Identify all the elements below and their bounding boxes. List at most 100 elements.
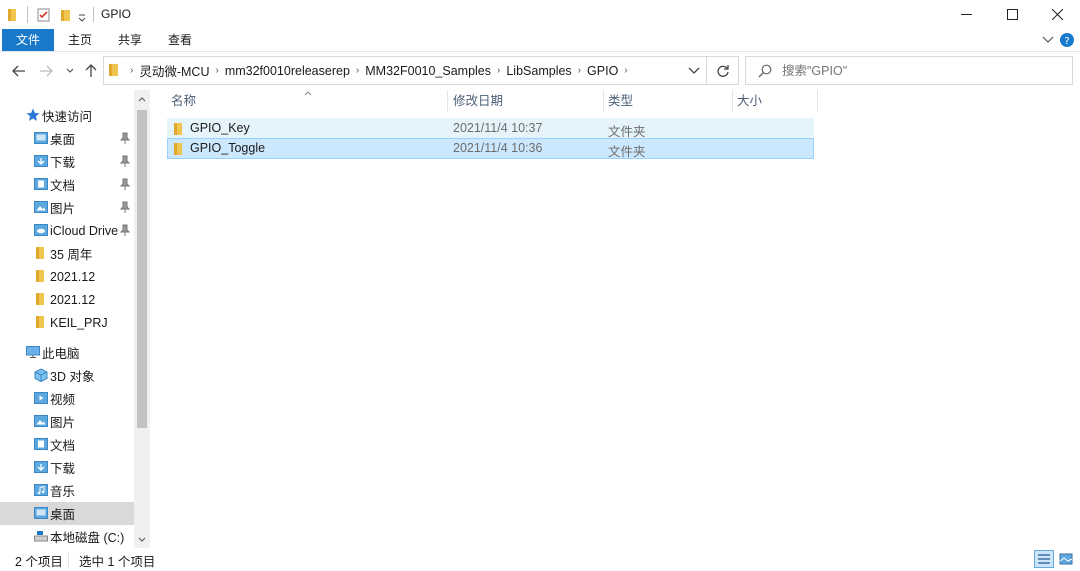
sidebar-item-2021-12[interactable]: 2021.12 — [0, 265, 134, 288]
chevron-right-icon[interactable]: › — [624, 65, 627, 76]
tab-share[interactable]: 共享 — [108, 29, 152, 51]
sidebar-item-2021-12-second[interactable]: 2021.12 — [0, 288, 134, 311]
customize-toolbar-icon[interactable] — [78, 10, 86, 26]
pin-icon[interactable] — [120, 178, 130, 190]
pin-icon[interactable] — [120, 132, 130, 144]
back-button[interactable] — [10, 62, 28, 80]
title-bar: GPIO — [0, 0, 1080, 29]
chevron-down-icon — [66, 68, 74, 73]
breadcrumb-item[interactable]: MM32F0010_Samples — [365, 64, 491, 78]
sidebar-item-desktop[interactable]: 桌面 — [0, 127, 134, 150]
breadcrumb-item[interactable]: LibSamples — [506, 64, 571, 78]
search-box[interactable] — [745, 56, 1073, 85]
folder-icon — [36, 293, 44, 305]
sidebar-item-label: 视频 — [50, 393, 76, 407]
sidebar-item-pc-pictures[interactable]: 图片 — [0, 410, 134, 433]
arrow-left-icon — [12, 65, 25, 77]
column-header-name[interactable]: 名称 — [167, 90, 447, 112]
sidebar-item-documents[interactable]: 文档 — [0, 173, 134, 196]
refresh-button[interactable] — [707, 56, 739, 85]
sidebar-item-local-disk-c[interactable]: 本地磁盘 (C:) — [0, 525, 134, 548]
table-row[interactable]: GPIO_Key 2021/11/4 10:37 文件夹 — [167, 118, 814, 139]
pin-icon[interactable] — [120, 155, 130, 167]
help-button[interactable]: ? — [1058, 32, 1076, 48]
maximize-icon — [1006, 9, 1018, 20]
file-modified: 2021/11/4 10:36 — [453, 141, 543, 155]
column-separator[interactable] — [817, 90, 818, 112]
column-header-modified[interactable]: 修改日期 — [449, 90, 603, 112]
expand-ribbon-button[interactable] — [1039, 32, 1057, 48]
address-dropdown-icon[interactable] — [688, 64, 700, 76]
sidebar-item-3d-objects[interactable]: 3D 对象 — [0, 364, 134, 387]
chevron-up-icon — [138, 96, 146, 101]
chevron-right-icon[interactable]: › — [497, 65, 500, 76]
sidebar-item-label: 2021.12 — [50, 292, 96, 307]
breadcrumb-item[interactable]: mm32f0010releaserep — [225, 64, 350, 78]
column-header-type[interactable]: 类型 — [604, 90, 732, 112]
scroll-up-button[interactable] — [137, 93, 147, 105]
close-button[interactable] — [1034, 0, 1080, 29]
sidebar-item-videos[interactable]: 视频 — [0, 387, 134, 410]
sidebar-scrollbar[interactable] — [134, 90, 150, 548]
recent-locations-button[interactable] — [61, 62, 79, 80]
file-tab[interactable]: 文件 — [2, 29, 54, 51]
chevron-right-icon[interactable]: › — [356, 65, 359, 76]
sidebar-item-pictures[interactable]: 图片 — [0, 196, 134, 219]
tab-view[interactable]: 查看 — [158, 29, 202, 51]
sidebar-item-label: 快速访问 — [42, 110, 93, 124]
file-list: 名称 修改日期 类型 大小 GPIO_Key 2021/11/4 10:37 文… — [150, 90, 1080, 548]
title-separator — [93, 7, 94, 22]
documents-folder-icon — [34, 438, 48, 450]
ribbon: 文件 主页 共享 查看 ? — [0, 29, 1080, 52]
search-input[interactable] — [782, 62, 1062, 80]
new-folder-icon[interactable] — [59, 7, 73, 23]
sidebar-item-downloads[interactable]: 下载 — [0, 150, 134, 173]
sidebar-item-label: 下载 — [50, 156, 76, 170]
chevron-right-icon[interactable]: › — [215, 65, 218, 76]
breadcrumb-item[interactable]: GPIO — [587, 64, 618, 78]
pin-icon[interactable] — [120, 224, 130, 236]
sidebar-item-35th-anniversary[interactable]: 35 周年 — [0, 242, 134, 265]
file-modified: 2021/11/4 10:37 — [453, 121, 543, 135]
scroll-down-button[interactable] — [137, 533, 147, 545]
svg-text:?: ? — [1064, 36, 1069, 47]
table-row[interactable]: GPIO_Toggle 2021/11/4 10:36 文件夹 — [167, 138, 814, 159]
sidebar-item-pc-documents[interactable]: 文档 — [0, 433, 134, 456]
minimize-button[interactable] — [943, 0, 989, 29]
properties-icon[interactable] — [36, 7, 52, 23]
forward-button[interactable] — [37, 62, 55, 80]
refresh-icon — [716, 64, 729, 77]
desktop-folder-icon — [34, 132, 48, 144]
sidebar-item-pc-downloads[interactable]: 下载 — [0, 456, 134, 479]
sidebar-item-label: 本地磁盘 (C:) — [50, 531, 125, 545]
breadcrumb-item[interactable]: 灵动微-MCU — [139, 61, 209, 80]
sidebar-item-pc-desktop[interactable]: 桌面 — [0, 502, 134, 525]
sidebar-item-icloud-drive[interactable]: iCloud Drive — [0, 219, 134, 242]
address-bar[interactable]: › 灵动微-MCU › mm32f0010releaserep › MM32F0… — [103, 56, 707, 85]
details-view-button[interactable] — [1034, 550, 1054, 568]
sidebar-item-keil-prj[interactable]: KEIL_PRJ — [0, 311, 134, 334]
sidebar-item-label: 文档 — [50, 179, 76, 193]
column-header-size[interactable]: 大小 — [733, 90, 817, 112]
star-icon — [26, 108, 40, 121]
sidebar-item-music[interactable]: 音乐 — [0, 479, 134, 502]
computer-icon — [26, 346, 40, 358]
up-button[interactable] — [82, 62, 100, 80]
column-separator[interactable] — [447, 90, 448, 112]
drive-icon — [34, 531, 48, 542]
arrow-up-icon — [85, 64, 97, 77]
sidebar-item-label: 图片 — [50, 202, 76, 216]
tab-home[interactable]: 主页 — [58, 29, 102, 51]
sidebar-item-quick-access[interactable]: 快速访问 — [0, 104, 134, 127]
details-view-icon — [1038, 554, 1050, 564]
maximize-button[interactable] — [989, 0, 1035, 29]
folder-icon — [36, 270, 44, 282]
chevron-right-icon[interactable]: › — [130, 65, 133, 76]
search-icon — [758, 64, 772, 78]
sidebar-item-this-pc[interactable]: 此电脑 — [0, 341, 134, 364]
large-icons-view-button[interactable] — [1056, 550, 1076, 568]
scrollbar-thumb[interactable] — [137, 110, 147, 428]
close-icon — [1051, 9, 1063, 20]
chevron-right-icon[interactable]: › — [578, 65, 581, 76]
pin-icon[interactable] — [120, 201, 130, 213]
